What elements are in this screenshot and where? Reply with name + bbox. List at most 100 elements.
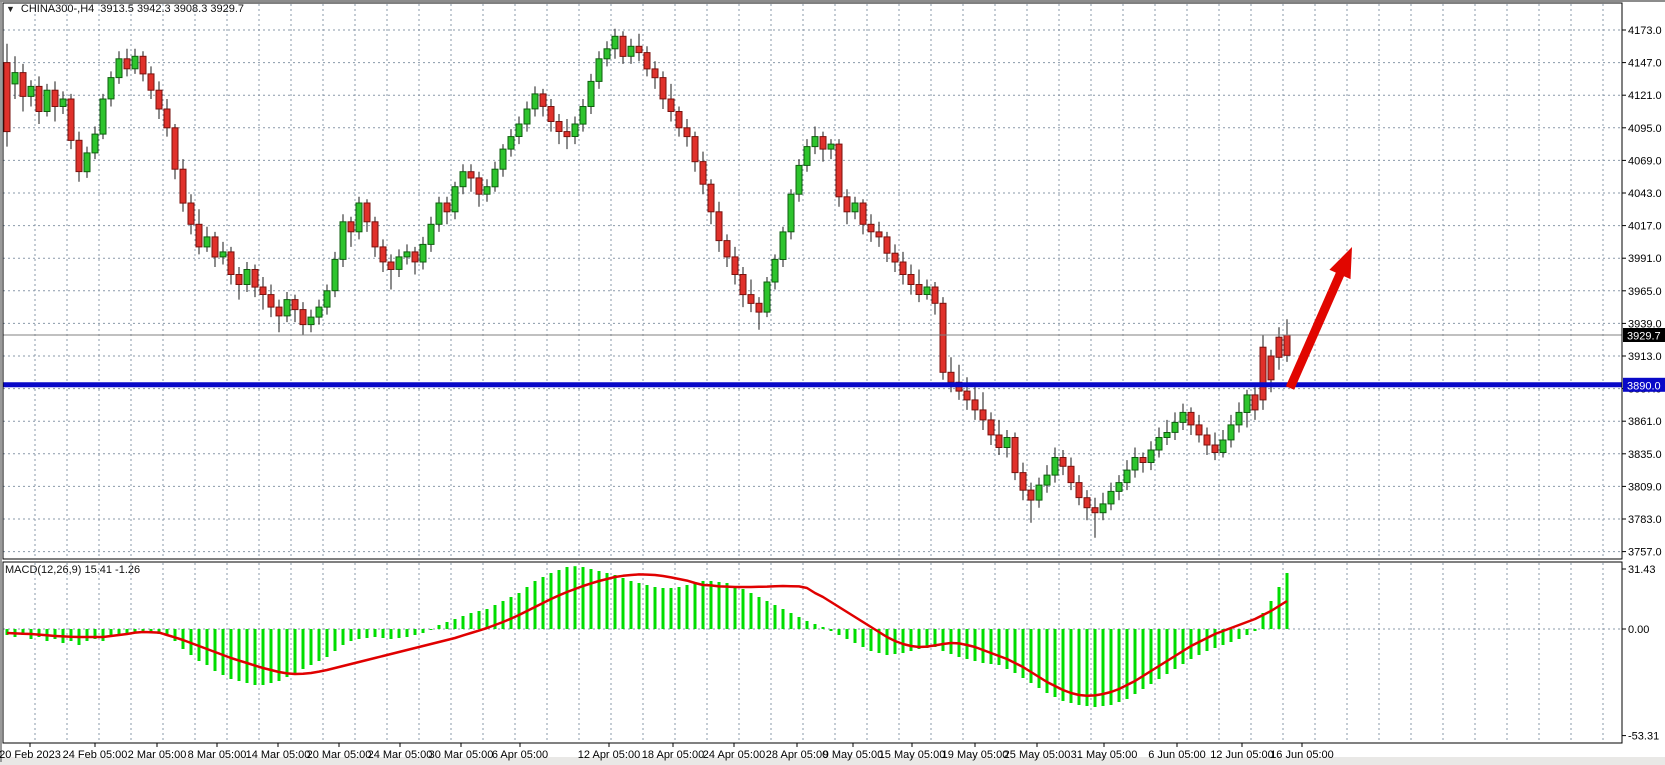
macd-bar xyxy=(1150,629,1153,684)
macd-bar xyxy=(1030,629,1033,683)
date-tick-label: 6 Jun 05:00 xyxy=(1148,749,1206,761)
date-tick-label: 9 May 05:00 xyxy=(823,749,884,761)
macd-bar xyxy=(374,629,377,637)
macd-bar xyxy=(822,627,825,629)
macd-bar xyxy=(982,629,985,663)
price-tick-label: 4173.0 xyxy=(1628,25,1662,37)
macd-bar xyxy=(1166,629,1169,674)
macd-bar xyxy=(390,629,393,639)
macd-bar xyxy=(1110,629,1113,705)
macd-bar xyxy=(54,629,57,639)
price-tick-label: 3861.0 xyxy=(1628,416,1662,428)
macd-bar xyxy=(1214,629,1217,648)
macd-bar xyxy=(518,593,521,629)
candle xyxy=(68,94,74,149)
macd-bar xyxy=(526,587,529,629)
macd-bar xyxy=(742,589,745,629)
macd-bar xyxy=(774,605,777,629)
macd-bar xyxy=(654,587,657,629)
macd-bar xyxy=(750,593,753,629)
macd-bar xyxy=(270,629,273,683)
price-tick-label: 4017.0 xyxy=(1628,221,1662,233)
date-tick-label: 19 May 05:00 xyxy=(942,749,1009,761)
macd-bar xyxy=(438,625,441,629)
macd-bar xyxy=(886,629,889,655)
macd-bar xyxy=(406,629,409,637)
macd-bar xyxy=(334,629,337,651)
current-price-badge: 3929.7 xyxy=(1623,328,1665,343)
macd-bar xyxy=(622,578,625,629)
macd-bar xyxy=(582,567,585,629)
macd-bar xyxy=(1190,629,1193,659)
macd-bar xyxy=(470,613,473,629)
macd-bar xyxy=(1006,629,1009,669)
candle xyxy=(940,297,946,380)
macd-bar xyxy=(446,622,449,629)
macd-bar xyxy=(222,629,225,675)
date-tick-label: 6 Apr 05:00 xyxy=(492,749,548,761)
macd-bar xyxy=(830,629,833,631)
macd-bar xyxy=(862,629,865,647)
date-tick-label: 24 Mar 05:00 xyxy=(368,749,433,761)
macd-bar xyxy=(870,629,873,651)
macd-bar xyxy=(630,581,633,629)
macd-bar xyxy=(550,573,553,629)
price-tick-label: 3913.0 xyxy=(1628,351,1662,363)
macd-bar xyxy=(686,585,689,629)
macd-bar xyxy=(342,629,345,645)
price-tick-label: 3757.0 xyxy=(1628,547,1662,559)
chart-canvas[interactable]: 4173.04147.04121.04095.04069.04043.04017… xyxy=(0,0,1665,765)
date-tick-label: 24 Feb 05:00 xyxy=(63,749,128,761)
macd-bar xyxy=(398,629,401,638)
macd-bar xyxy=(310,629,313,665)
macd-bar xyxy=(902,629,905,653)
macd-bar xyxy=(302,629,305,669)
trading-chart-window: 4173.04147.04121.04095.04069.04043.04017… xyxy=(0,0,1665,765)
macd-bar xyxy=(1174,629,1177,669)
macd-bar xyxy=(294,629,297,673)
date-tick-label: 2 Mar 05:00 xyxy=(128,749,187,761)
macd-bar xyxy=(854,629,857,643)
date-tick-label: 25 May 05:00 xyxy=(1004,749,1071,761)
macd-bar xyxy=(734,586,737,629)
macd-bar xyxy=(238,629,241,681)
macd-bar xyxy=(638,583,641,629)
date-tick-label: 16 Jun 05:00 xyxy=(1270,749,1334,761)
macd-bar xyxy=(798,617,801,629)
macd-bar xyxy=(1038,629,1041,688)
date-tick-label: 28 Apr 05:00 xyxy=(766,749,828,761)
macd-bar xyxy=(318,629,321,661)
macd-bar xyxy=(206,629,209,665)
macd-tick-label: 31.43 xyxy=(1628,564,1656,576)
macd-bar xyxy=(286,629,289,677)
macd-bar xyxy=(974,629,977,661)
macd-bar xyxy=(102,629,105,641)
price-tick-label: 4069.0 xyxy=(1628,155,1662,167)
macd-bar xyxy=(678,587,681,629)
macd-bar xyxy=(606,573,609,629)
macd-bar xyxy=(838,629,841,635)
price-tick-label: 3783.0 xyxy=(1628,514,1662,526)
macd-bar xyxy=(758,597,761,629)
macd-bar xyxy=(766,601,769,629)
window-left-edge xyxy=(0,2,2,762)
macd-bar xyxy=(1246,629,1249,635)
macd-bar xyxy=(534,581,537,629)
macd-bar xyxy=(718,582,721,629)
macd-indicator-label: MACD(12,26,9) 15.41 -1.26 xyxy=(5,564,140,576)
date-tick-label: 24 Apr 05:00 xyxy=(703,749,765,761)
macd-bar xyxy=(670,588,673,629)
macd-bar xyxy=(254,629,257,685)
price-tick-label: 3809.0 xyxy=(1628,481,1662,493)
price-tick-label: 4147.0 xyxy=(1628,58,1662,70)
date-tick-label: 20 Mar 05:00 xyxy=(307,749,372,761)
macd-bar xyxy=(1182,629,1185,664)
macd-bar xyxy=(478,611,481,629)
date-tick-label: 18 Apr 05:00 xyxy=(642,749,704,761)
chevron-down-icon[interactable]: ▼ xyxy=(6,4,15,14)
date-tick-label: 12 Apr 05:00 xyxy=(578,749,640,761)
candle xyxy=(340,214,346,267)
macd-bar xyxy=(1270,601,1273,629)
window-top-edge xyxy=(0,0,1665,2)
hline-price-badge: 3890.0 xyxy=(1623,378,1665,393)
